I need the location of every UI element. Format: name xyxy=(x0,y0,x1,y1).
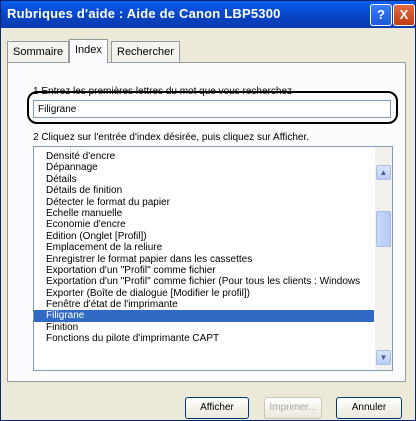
index-item[interactable]: Dépannage xyxy=(34,162,374,173)
index-item[interactable]: Détecter le format du papier xyxy=(34,197,374,208)
index-item[interactable]: Exportation d'un "Profil" comme fichier … xyxy=(34,276,374,287)
index-item[interactable]: Enregistrer le format papier dans les ca… xyxy=(34,254,374,265)
index-item[interactable]: Fenêtre d'état de l'imprimante xyxy=(34,299,374,310)
index-list[interactable]: Densité d'encre Dépannage Détails Détails d… xyxy=(33,146,393,371)
index-item[interactable]: Echelle manuelle xyxy=(34,208,374,219)
index-item[interactable]: Filigrane xyxy=(34,310,374,322)
cancel-button[interactable]: Annuler xyxy=(336,397,402,419)
print-button[interactable]: Imprimer... xyxy=(264,397,322,419)
title-bar[interactable]: Rubriques d'aide : Aide de Canon LBP5300… xyxy=(1,1,415,28)
tab-sommaire[interactable]: Sommaire xyxy=(7,41,70,62)
index-item[interactable]: Fonctions du pilote d'imprimante CAPT xyxy=(34,333,374,344)
index-item[interactable]: Economie d'encre xyxy=(34,219,374,230)
index-item[interactable]: Édition (Onglet [Profil]) xyxy=(34,231,374,242)
window-title: Rubriques d'aide : Aide de Canon LBP5300 xyxy=(7,6,281,21)
close-button[interactable]: X xyxy=(393,4,415,26)
highlight-outline xyxy=(27,91,398,124)
scroll-up-icon[interactable]: ▲ xyxy=(376,165,391,180)
help-button[interactable]: ? xyxy=(370,4,392,26)
scroll-thumb[interactable] xyxy=(376,211,391,247)
index-item[interactable]: Exporter (Boîte de dialogue [Modifier le… xyxy=(34,288,374,299)
index-items: Densité d'encre Dépannage Détails Détails d… xyxy=(34,151,374,345)
index-item[interactable]: Densité d'encre xyxy=(34,151,374,162)
index-item[interactable]: Finition xyxy=(34,322,374,333)
scroll-down-icon[interactable]: ▼ xyxy=(376,350,391,365)
vertical-scrollbar[interactable]: ▲ ▼ xyxy=(375,147,392,370)
display-button[interactable]: Afficher xyxy=(185,397,249,419)
index-item[interactable]: Détails xyxy=(34,174,374,185)
tab-index[interactable]: Index xyxy=(69,39,108,63)
index-item[interactable]: Exportation d'un "Profil" comme fichier xyxy=(34,265,374,276)
index-item[interactable]: Détails de finition xyxy=(34,185,374,196)
tab-rechercher[interactable]: Rechercher xyxy=(111,41,180,62)
help-dialog: Rubriques d'aide : Aide de Canon LBP5300… xyxy=(0,0,416,421)
step2-label: 2 Cliquez sur l'entrée d'index désirée, … xyxy=(33,132,310,143)
index-item[interactable]: Emplacement de la reliure xyxy=(34,242,374,253)
